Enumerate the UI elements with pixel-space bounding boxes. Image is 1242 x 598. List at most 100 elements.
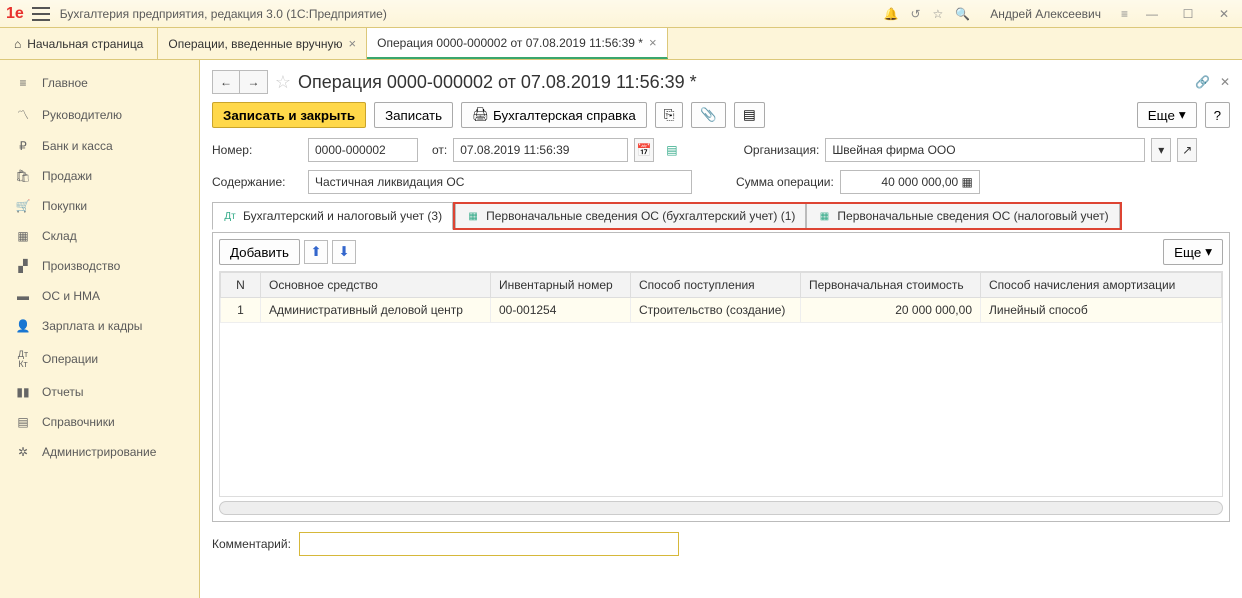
- inner-tab-accounting[interactable]: Дт Бухгалтерский и налоговый учет (3): [212, 202, 453, 230]
- number-field[interactable]: 0000-000002: [308, 138, 418, 162]
- factory-icon: ▞: [14, 259, 32, 273]
- link-icon[interactable]: 🔗: [1195, 75, 1210, 89]
- data-table: N Основное средство Инвентарный номер Сп…: [220, 272, 1222, 323]
- list-icon: ≡: [14, 76, 32, 90]
- help-button[interactable]: ?: [1205, 102, 1230, 128]
- sidebar-item-warehouse[interactable]: ▦Склад: [0, 221, 199, 251]
- printer-icon: 🖨: [472, 107, 489, 123]
- sum-field[interactable]: 40 000 000,00 ▦: [840, 170, 980, 194]
- favorite-star-button[interactable]: ☆: [268, 72, 298, 93]
- titlebar: 1e Бухгалтерия предприятия, редакция 3.0…: [0, 0, 1242, 28]
- maximize-button[interactable]: ☐: [1176, 7, 1200, 21]
- sidebar-item-salary[interactable]: 👤Зарплата и кадры: [0, 311, 199, 341]
- content-field[interactable]: Частичная ликвидация ОС: [308, 170, 692, 194]
- move-down-button[interactable]: ⬇: [332, 240, 356, 264]
- save-and-close-button[interactable]: Записать и закрыть: [212, 102, 366, 128]
- sidebar-item-sales[interactable]: 🛍Продажи: [0, 161, 199, 191]
- minimize-button[interactable]: —: [1140, 7, 1164, 21]
- sidebar-item-label: Руководителю: [42, 108, 122, 122]
- sidebar-item-label: Отчеты: [42, 385, 83, 399]
- table-panel: Добавить ⬆ ⬇ Еще ▾ N Основное средство И…: [212, 232, 1230, 522]
- book-icon[interactable]: ▤: [666, 143, 677, 157]
- tab-operation-doc[interactable]: Операция 0000-000002 от 07.08.2019 11:56…: [367, 28, 667, 59]
- close-panel-button[interactable]: ✕: [1220, 75, 1230, 89]
- grid-icon: ▦: [466, 209, 480, 223]
- bag-icon: 🛍: [14, 169, 32, 183]
- sidebar-item-label: Склад: [42, 229, 77, 243]
- content-label: Содержание:: [212, 175, 302, 189]
- col-n[interactable]: N: [221, 273, 261, 298]
- col-cost[interactable]: Первоначальная стоимость: [801, 273, 981, 298]
- inner-tab-label: Первоначальные сведения ОС (налоговый уч…: [837, 209, 1108, 223]
- sidebar-item-os-nma[interactable]: ▬ОС и НМА: [0, 281, 199, 311]
- nav-back-button[interactable]: ←: [212, 70, 240, 94]
- attachment-button[interactable]: 📎: [691, 102, 726, 128]
- main-menu-icon[interactable]: [32, 7, 50, 21]
- sidebar-item-label: Главное: [42, 76, 88, 90]
- move-up-button[interactable]: ⬆: [304, 240, 328, 264]
- user-name[interactable]: Андрей Алексеевич: [990, 7, 1101, 21]
- org-label: Организация:: [744, 143, 820, 157]
- close-icon[interactable]: ×: [649, 35, 657, 50]
- home-icon: ⌂: [14, 37, 21, 51]
- sidebar-item-reports[interactable]: ▮▮ Отчеты: [0, 377, 199, 407]
- sidebar-item-bank[interactable]: ₽Банк и касса: [0, 131, 199, 161]
- cell-inv: 00-001254: [491, 298, 631, 323]
- document-title: Операция 0000-000002 от 07.08.2019 11:56…: [298, 72, 1195, 93]
- horizontal-scrollbar[interactable]: [219, 501, 1223, 515]
- org-dropdown-button[interactable]: ▾: [1151, 138, 1171, 162]
- print-reference-button[interactable]: 🖨Бухгалтерская справка: [461, 102, 647, 128]
- close-button[interactable]: ✕: [1212, 7, 1236, 21]
- hierarchy-button[interactable]: ⎘: [655, 102, 684, 128]
- sidebar-item-main[interactable]: ≡ Главное: [0, 68, 199, 98]
- close-icon[interactable]: ×: [349, 36, 357, 51]
- app-title: Бухгалтерия предприятия, редакция 3.0 (1…: [60, 7, 884, 21]
- sidebar-item-purchases[interactable]: 🛒Покупки: [0, 191, 199, 221]
- sidebar-item-label: Банк и касса: [42, 139, 113, 153]
- cart-icon: 🛒: [14, 199, 32, 213]
- dtKt-icon: Дт: [223, 209, 237, 223]
- org-open-button[interactable]: ↗: [1177, 138, 1197, 162]
- cell-asset: Административный деловой центр: [261, 298, 491, 323]
- org-field[interactable]: Швейная фирма ООО: [825, 138, 1145, 162]
- sidebar-item-catalogs[interactable]: ▤Справочники: [0, 407, 199, 437]
- sidebar-item-manager[interactable]: 〽 Руководителю: [0, 98, 199, 131]
- more-button[interactable]: Еще ▾: [1137, 102, 1197, 128]
- nav-forward-button[interactable]: →: [240, 70, 268, 94]
- highlighted-tabs-group: ▦ Первоначальные сведения ОС (бухгалтерс…: [453, 202, 1121, 230]
- table-row[interactable]: 1 Административный деловой центр 00-0012…: [221, 298, 1222, 323]
- calculator-icon[interactable]: ▦: [962, 175, 973, 189]
- col-asset[interactable]: Основное средство: [261, 273, 491, 298]
- user-menu-icon[interactable]: ≡: [1121, 7, 1128, 21]
- chart-icon: 〽: [14, 106, 32, 123]
- star-icon[interactable]: ☆: [933, 7, 944, 21]
- add-row-button[interactable]: Добавить: [219, 239, 300, 265]
- col-inv[interactable]: Инвентарный номер: [491, 273, 631, 298]
- search-icon[interactable]: 🔍: [955, 7, 970, 21]
- grid-icon: ▦: [817, 209, 831, 223]
- sidebar-item-admin[interactable]: ✲Администрирование: [0, 437, 199, 467]
- col-method[interactable]: Способ поступления: [631, 273, 801, 298]
- date-label: от:: [432, 143, 447, 157]
- sum-label: Сумма операции:: [736, 175, 834, 189]
- history-icon[interactable]: ↺: [910, 7, 920, 21]
- table-more-button[interactable]: Еще ▾: [1163, 239, 1223, 265]
- comment-field[interactable]: [299, 532, 679, 556]
- inner-tab-initial-bu[interactable]: ▦ Первоначальные сведения ОС (бухгалтерс…: [455, 204, 806, 228]
- home-tab-label: Начальная страница: [27, 37, 143, 51]
- list-button[interactable]: ▤: [734, 102, 765, 128]
- calendar-button[interactable]: 📅: [634, 138, 654, 162]
- bars-icon: ▮▮: [14, 385, 32, 399]
- inner-tab-initial-nu[interactable]: ▦ Первоначальные сведения ОС (налоговый …: [806, 204, 1119, 228]
- home-tab[interactable]: ⌂ Начальная страница: [0, 28, 158, 59]
- date-field[interactable]: 07.08.2019 11:56:39: [453, 138, 628, 162]
- sidebar-item-production[interactable]: ▞Производство: [0, 251, 199, 281]
- sidebar-item-operations[interactable]: ДтКтОперации: [0, 341, 199, 377]
- dtKt-icon: ДтКт: [14, 349, 32, 369]
- bell-icon[interactable]: 🔔: [883, 7, 898, 21]
- content-area: ← → ☆ Операция 0000-000002 от 07.08.2019…: [200, 60, 1242, 598]
- tab-operations-list[interactable]: Операции, введенные вручную ×: [158, 28, 367, 59]
- save-button[interactable]: Записать: [374, 102, 453, 128]
- sidebar-item-label: Администрирование: [42, 445, 156, 459]
- col-amort[interactable]: Способ начисления амортизации: [981, 273, 1222, 298]
